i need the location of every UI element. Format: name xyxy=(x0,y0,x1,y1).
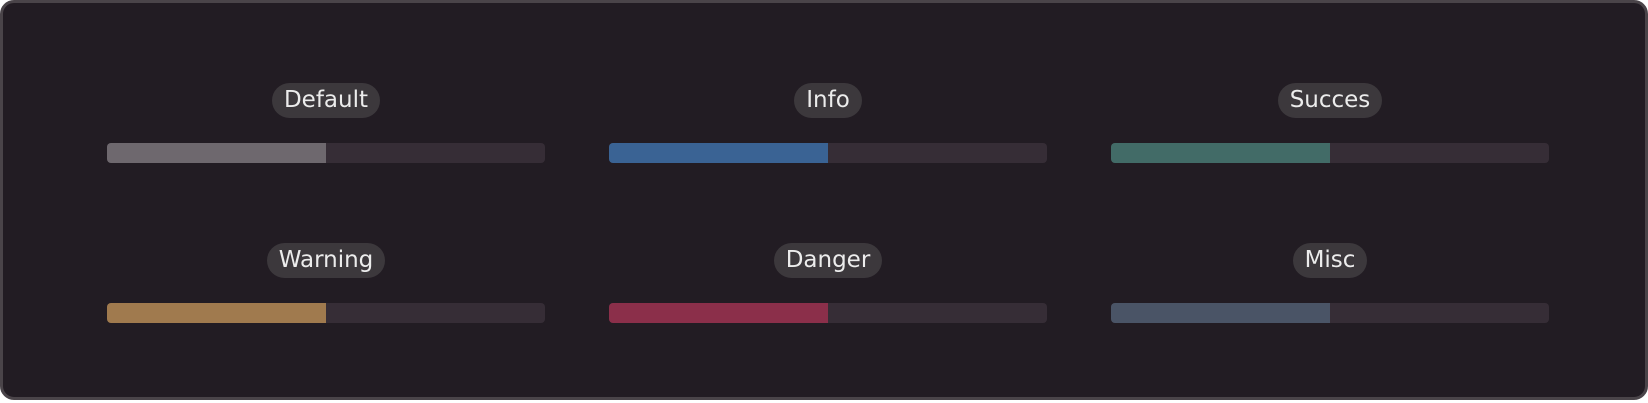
progress-label-misc: Misc xyxy=(1292,243,1368,278)
progress-track-info xyxy=(609,143,1047,163)
progress-item-info: Info xyxy=(609,83,1047,243)
progress-fill-default xyxy=(107,143,326,163)
progress-fill-danger xyxy=(609,303,828,323)
progress-item-success: Succes xyxy=(1111,83,1549,243)
progress-track-danger xyxy=(609,303,1047,323)
progress-track-default xyxy=(107,143,545,163)
progress-item-warning: Warning xyxy=(107,243,545,403)
progress-item-misc: Misc xyxy=(1111,243,1549,403)
progress-item-default: Default xyxy=(107,83,545,243)
progress-label-danger: Danger xyxy=(773,243,883,278)
progress-grid: Default Info Succes Warning Danger Misc xyxy=(107,83,1549,403)
progress-fill-warning xyxy=(107,303,326,323)
progress-fill-misc xyxy=(1111,303,1330,323)
progress-label-success: Succes xyxy=(1277,83,1383,118)
progress-label-warning: Warning xyxy=(266,243,386,278)
progress-label-info: Info xyxy=(794,83,862,118)
progress-track-warning xyxy=(107,303,545,323)
progress-track-success xyxy=(1111,143,1549,163)
progress-track-misc xyxy=(1111,303,1549,323)
progress-fill-success xyxy=(1111,143,1330,163)
progress-label-default: Default xyxy=(271,83,381,118)
progress-panel: Default Info Succes Warning Danger Misc xyxy=(0,0,1648,400)
progress-item-danger: Danger xyxy=(609,243,1047,403)
progress-fill-info xyxy=(609,143,828,163)
